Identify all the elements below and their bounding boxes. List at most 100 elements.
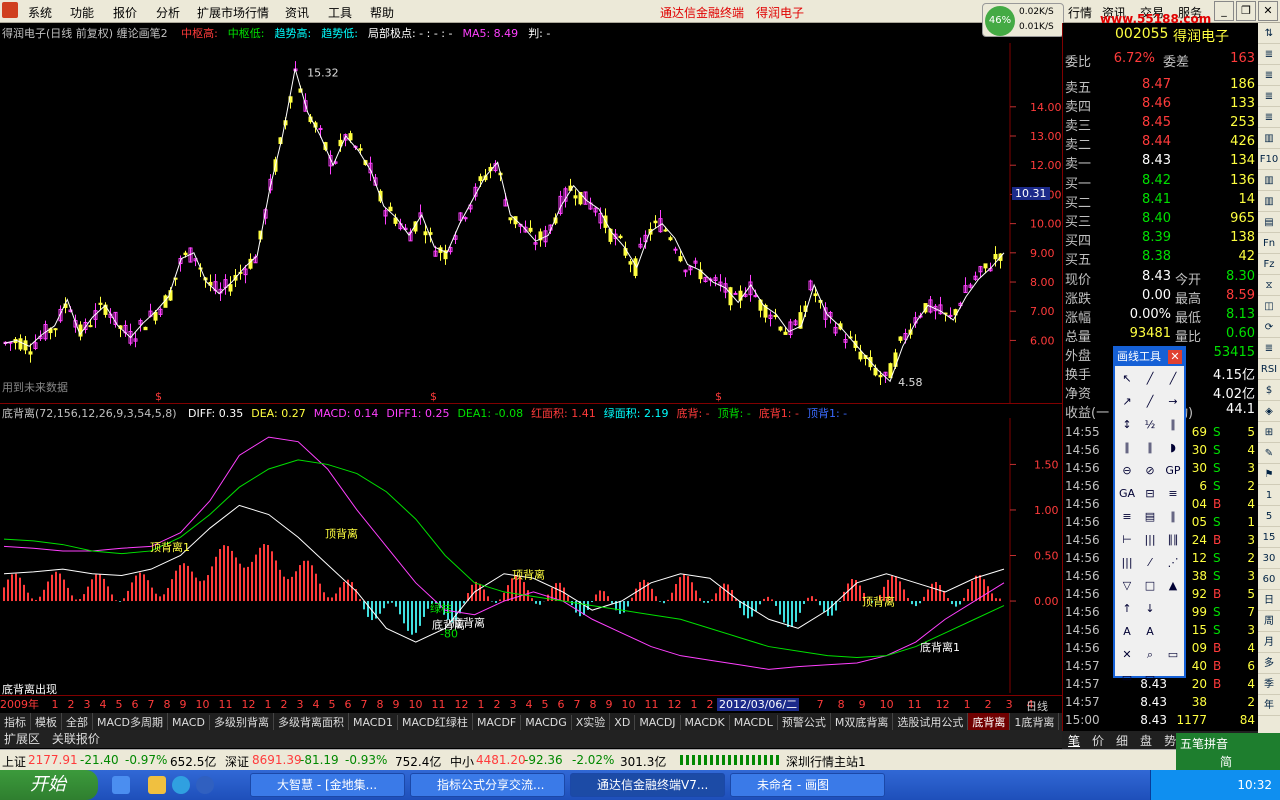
toolbar-icon[interactable]: 季 (1258, 674, 1280, 695)
draw-tool-icon[interactable]: ↕ (1116, 414, 1138, 436)
toolbar-icon[interactable]: ⇅ (1258, 23, 1280, 44)
draw-tool-icon[interactable]: ▭ (1139, 667, 1161, 689)
draw-tool-icon[interactable]: ▤ (1139, 506, 1161, 528)
period-label[interactable]: 日线 (1026, 698, 1048, 714)
toolbar-icon[interactable]: 日 (1258, 590, 1280, 611)
toolbar-icon[interactable]: ≣ (1258, 338, 1280, 359)
menu-help[interactable]: 帮助 (370, 4, 394, 21)
toolbar-icon[interactable]: 30 (1258, 548, 1280, 569)
toolbar-icon[interactable]: ▤ (1258, 212, 1280, 233)
indicator-tab[interactable]: 模板 (31, 713, 62, 730)
toolbar-icon[interactable]: ≣ (1258, 86, 1280, 107)
restore-button[interactable]: ❐ (1236, 1, 1256, 21)
ext-area-tab[interactable]: 扩展区 (0, 732, 44, 746)
indicator-tab[interactable]: MACD红绿柱 (398, 713, 473, 730)
draw-tool-icon[interactable]: ▭ (1162, 644, 1184, 666)
indicator-tab[interactable]: MACD多周期 (93, 713, 168, 730)
toolbar-icon[interactable]: ≣ (1258, 107, 1280, 128)
toolbar-icon[interactable]: 60 (1258, 569, 1280, 590)
draw-tool-icon[interactable]: ╱ (1162, 368, 1184, 390)
indicator-tab[interactable]: M双底背离 (831, 713, 894, 730)
close-button[interactable]: ✕ (1258, 1, 1278, 21)
detail-tab[interactable]: 盘 (1140, 732, 1152, 749)
toolbar-icon[interactable]: 多 (1258, 653, 1280, 674)
draw-tool-icon[interactable]: ||| (1116, 552, 1138, 574)
toolbar-icon[interactable]: ⟳ (1258, 317, 1280, 338)
toolbar-icon[interactable]: ⧖ (1258, 275, 1280, 296)
draw-tool-icon[interactable]: ≡ (1162, 483, 1184, 505)
toolbar-icon[interactable]: RSI (1258, 359, 1280, 380)
draw-tool-icon[interactable]: ↗ (1116, 391, 1138, 413)
detail-tab[interactable]: 价 (1092, 732, 1104, 749)
menu-extended-market[interactable]: 扩展市场行情 (197, 4, 269, 21)
draw-tool-icon[interactable]: ▭ (1116, 667, 1138, 689)
draw-tool-icon[interactable]: A (1116, 621, 1138, 643)
menu-quote[interactable]: 报价 (113, 4, 137, 21)
toolbar-icon[interactable]: 周 (1258, 611, 1280, 632)
draw-tool-icon[interactable]: ▽ (1116, 575, 1138, 597)
toolbar-icon[interactable]: Fn (1258, 233, 1280, 254)
toolbar-icon[interactable]: 1 (1258, 485, 1280, 506)
indicator-tab[interactable]: 底背离 (968, 713, 1011, 730)
taskbar-item-4[interactable]: 未命名 - 画图 (730, 773, 885, 797)
draw-tool-icon[interactable]: ▲ (1162, 575, 1184, 597)
indicator-tab[interactable]: 全部 (62, 713, 93, 730)
taskbar-item-2[interactable]: 指标公式分享交流... (410, 773, 565, 797)
indicator-tab[interactable]: MACDK (681, 715, 730, 730)
draw-tool-icon[interactable]: ⊘ (1139, 460, 1161, 482)
toolbar-icon[interactable]: 15 (1258, 527, 1280, 548)
ime-mode[interactable]: 简 (1220, 753, 1232, 770)
draw-tool-icon[interactable]: □ (1139, 575, 1161, 597)
server-name[interactable]: 深圳行情主站1 (786, 753, 866, 770)
menu-news[interactable]: 资讯 (285, 4, 309, 21)
draw-tool-icon[interactable]: ½ (1139, 414, 1161, 436)
draw-tool-icon[interactable]: ||| (1139, 529, 1161, 551)
draw-tool-icon[interactable]: ↑ (1116, 598, 1138, 620)
menu-function[interactable]: 功能 (70, 4, 94, 21)
indicator-tab[interactable]: MACDL (730, 715, 778, 730)
toolbar-icon[interactable]: ◫ (1258, 296, 1280, 317)
draw-tool-icon[interactable]: GA (1116, 483, 1138, 505)
menu-analysis[interactable]: 分析 (156, 4, 180, 21)
draw-tool-icon[interactable]: ◗ (1162, 437, 1184, 459)
toolbar-icon[interactable]: F10 (1258, 149, 1280, 170)
draw-tool-icon[interactable]: ⊟ (1139, 483, 1161, 505)
indicator-tab[interactable]: 指标 (0, 713, 31, 730)
draw-tool-icon[interactable]: → (1162, 391, 1184, 413)
draw-tool-icon[interactable]: ∥ (1116, 437, 1138, 459)
toolbar-icon[interactable]: ▥ (1258, 128, 1280, 149)
draw-tool-icon[interactable]: ⊢ (1116, 529, 1138, 551)
indicator-chart[interactable]: 1.501.000.500.00顶背离1顶背离顶背离绿柱底背离底背离底背离1-8… (0, 418, 1062, 693)
browser-icon[interactable] (172, 776, 190, 794)
toolbar-icon[interactable]: ≣ (1258, 44, 1280, 65)
toolbar-icon[interactable]: $ (1258, 380, 1280, 401)
draw-tool-icon[interactable]: ∥∥ (1162, 529, 1184, 551)
toolbar-icon[interactable]: ≣ (1258, 65, 1280, 86)
indicator-tab[interactable]: XD (610, 715, 636, 730)
indicator-tab[interactable]: 选股试用公式 (893, 713, 969, 730)
draw-tool-icon[interactable] (1162, 598, 1184, 620)
detail-tab[interactable]: 细 (1116, 732, 1128, 749)
draw-tool-icon[interactable]: GP (1162, 460, 1184, 482)
toolbar-icon[interactable]: Fz (1258, 254, 1280, 275)
draw-tool-icon[interactable]: ∥ (1162, 506, 1184, 528)
taskbar-item-1[interactable]: 大智慧 - [金地集... (250, 773, 405, 797)
draw-tool-icon[interactable]: ↖ (1116, 368, 1138, 390)
ime-bar[interactable]: 五笔拼音 简 (1176, 733, 1280, 770)
chart-area[interactable]: 得润电子(日线 前复权) 缠论画笔2 中枢高: 中枢低: 趋势高: 趋势低: 局部极点:… (0, 23, 1062, 713)
drawtool-close-icon[interactable]: ✕ (1168, 350, 1182, 364)
taskbar-item-3[interactable]: 通达信金融终端V7... (570, 773, 725, 797)
draw-tool-icon[interactable]: ∥ (1139, 437, 1161, 459)
toolbar-icon[interactable]: ▥ (1258, 191, 1280, 212)
quicklaunch-icon[interactable] (112, 776, 130, 794)
indicator-tab[interactable]: MACDF (473, 715, 522, 730)
draw-tool-icon[interactable]: ⋰ (1162, 552, 1184, 574)
draw-tool-icon[interactable]: ✕ (1116, 644, 1138, 666)
indicator-tab[interactable]: 预警公式 (778, 713, 831, 730)
draw-tool-icon[interactable]: ⊖ (1116, 460, 1138, 482)
related-quote-tab[interactable]: 关联报价 (48, 732, 104, 746)
draw-tool-icon[interactable]: A (1139, 621, 1161, 643)
indicator-tab[interactable]: MACDJ (635, 715, 681, 730)
draw-tool-icon[interactable] (1162, 667, 1184, 689)
menu-tools[interactable]: 工具 (328, 4, 352, 21)
